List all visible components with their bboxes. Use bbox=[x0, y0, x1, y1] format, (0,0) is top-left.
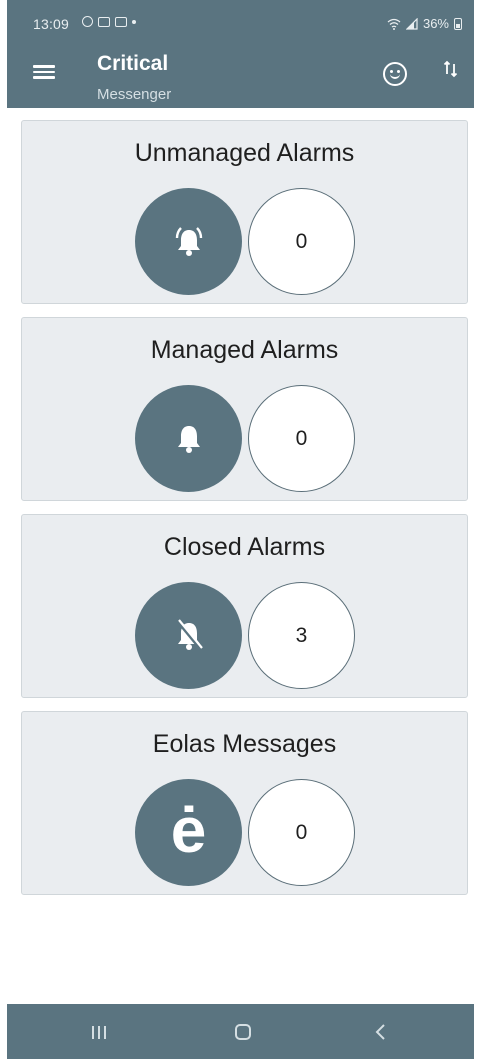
alarm-cards: Unmanaged Alarms 0 Managed Alarms 0 Clos… bbox=[21, 120, 468, 908]
eolas-messages-count[interactable]: 0 bbox=[248, 779, 355, 886]
recents-icon bbox=[92, 1025, 94, 1039]
card-title: Eolas Messages bbox=[152, 730, 337, 758]
bell-ringing-icon bbox=[175, 226, 202, 256]
managed-alarms-button[interactable] bbox=[135, 385, 242, 492]
app-title: Critical bbox=[97, 52, 169, 75]
notification-circle-icon bbox=[82, 16, 93, 27]
app-notification-icon bbox=[115, 16, 127, 27]
card-title: Closed Alarms bbox=[163, 533, 326, 561]
eolas-messages-button[interactable]: ė bbox=[135, 779, 242, 886]
home-icon bbox=[235, 1024, 251, 1040]
unmanaged-alarms-count[interactable]: 0 bbox=[248, 188, 355, 295]
status-bar: 13:09 36% bbox=[7, 0, 474, 40]
back-button[interactable] bbox=[367, 1018, 395, 1046]
gallery-icon bbox=[98, 16, 110, 27]
signal-icon bbox=[405, 17, 418, 30]
system-status: 36% bbox=[387, 16, 462, 31]
home-button[interactable] bbox=[229, 1018, 257, 1046]
sort-arrows-icon bbox=[443, 60, 458, 78]
card-closed-alarms[interactable]: Closed Alarms 3 bbox=[21, 514, 468, 698]
managed-alarms-count[interactable]: 0 bbox=[248, 385, 355, 492]
bell-off-icon bbox=[175, 618, 203, 650]
notification-icons bbox=[82, 16, 136, 27]
closed-alarms-count[interactable]: 3 bbox=[248, 582, 355, 689]
battery-icon bbox=[454, 17, 462, 30]
hamburger-icon bbox=[33, 65, 55, 68]
card-managed-alarms[interactable]: Managed Alarms 0 bbox=[21, 317, 468, 501]
closed-alarms-button[interactable] bbox=[135, 582, 242, 689]
bell-icon bbox=[177, 425, 200, 453]
smiley-button[interactable] bbox=[383, 62, 407, 86]
unmanaged-alarms-button[interactable] bbox=[135, 188, 242, 295]
wifi-icon bbox=[387, 18, 401, 30]
app-subtitle: Messenger bbox=[97, 86, 172, 103]
app-bar: Critical Messenger bbox=[7, 40, 474, 108]
sort-button[interactable] bbox=[441, 60, 461, 86]
more-notifications-dot-icon bbox=[132, 19, 136, 24]
card-unmanaged-alarms[interactable]: Unmanaged Alarms 0 bbox=[21, 120, 468, 304]
top-bar: 13:09 36% Critical Messenger bbox=[7, 0, 474, 108]
card-title: Unmanaged Alarms bbox=[134, 139, 355, 167]
card-title: Managed Alarms bbox=[150, 336, 339, 364]
eolas-e-icon: ė bbox=[170, 793, 207, 866]
menu-button[interactable] bbox=[33, 62, 55, 84]
system-nav-bar bbox=[7, 1004, 474, 1059]
battery-percent: 36% bbox=[422, 16, 449, 31]
phone-screen: 13:09 36% Critical Messenger Unmanaged A… bbox=[7, 0, 474, 1059]
card-eolas-messages[interactable]: Eolas Messages ė 0 bbox=[21, 711, 468, 895]
status-time: 13:09 bbox=[33, 16, 70, 32]
recents-button[interactable] bbox=[85, 1018, 113, 1046]
back-chevron-icon bbox=[375, 1024, 385, 1040]
